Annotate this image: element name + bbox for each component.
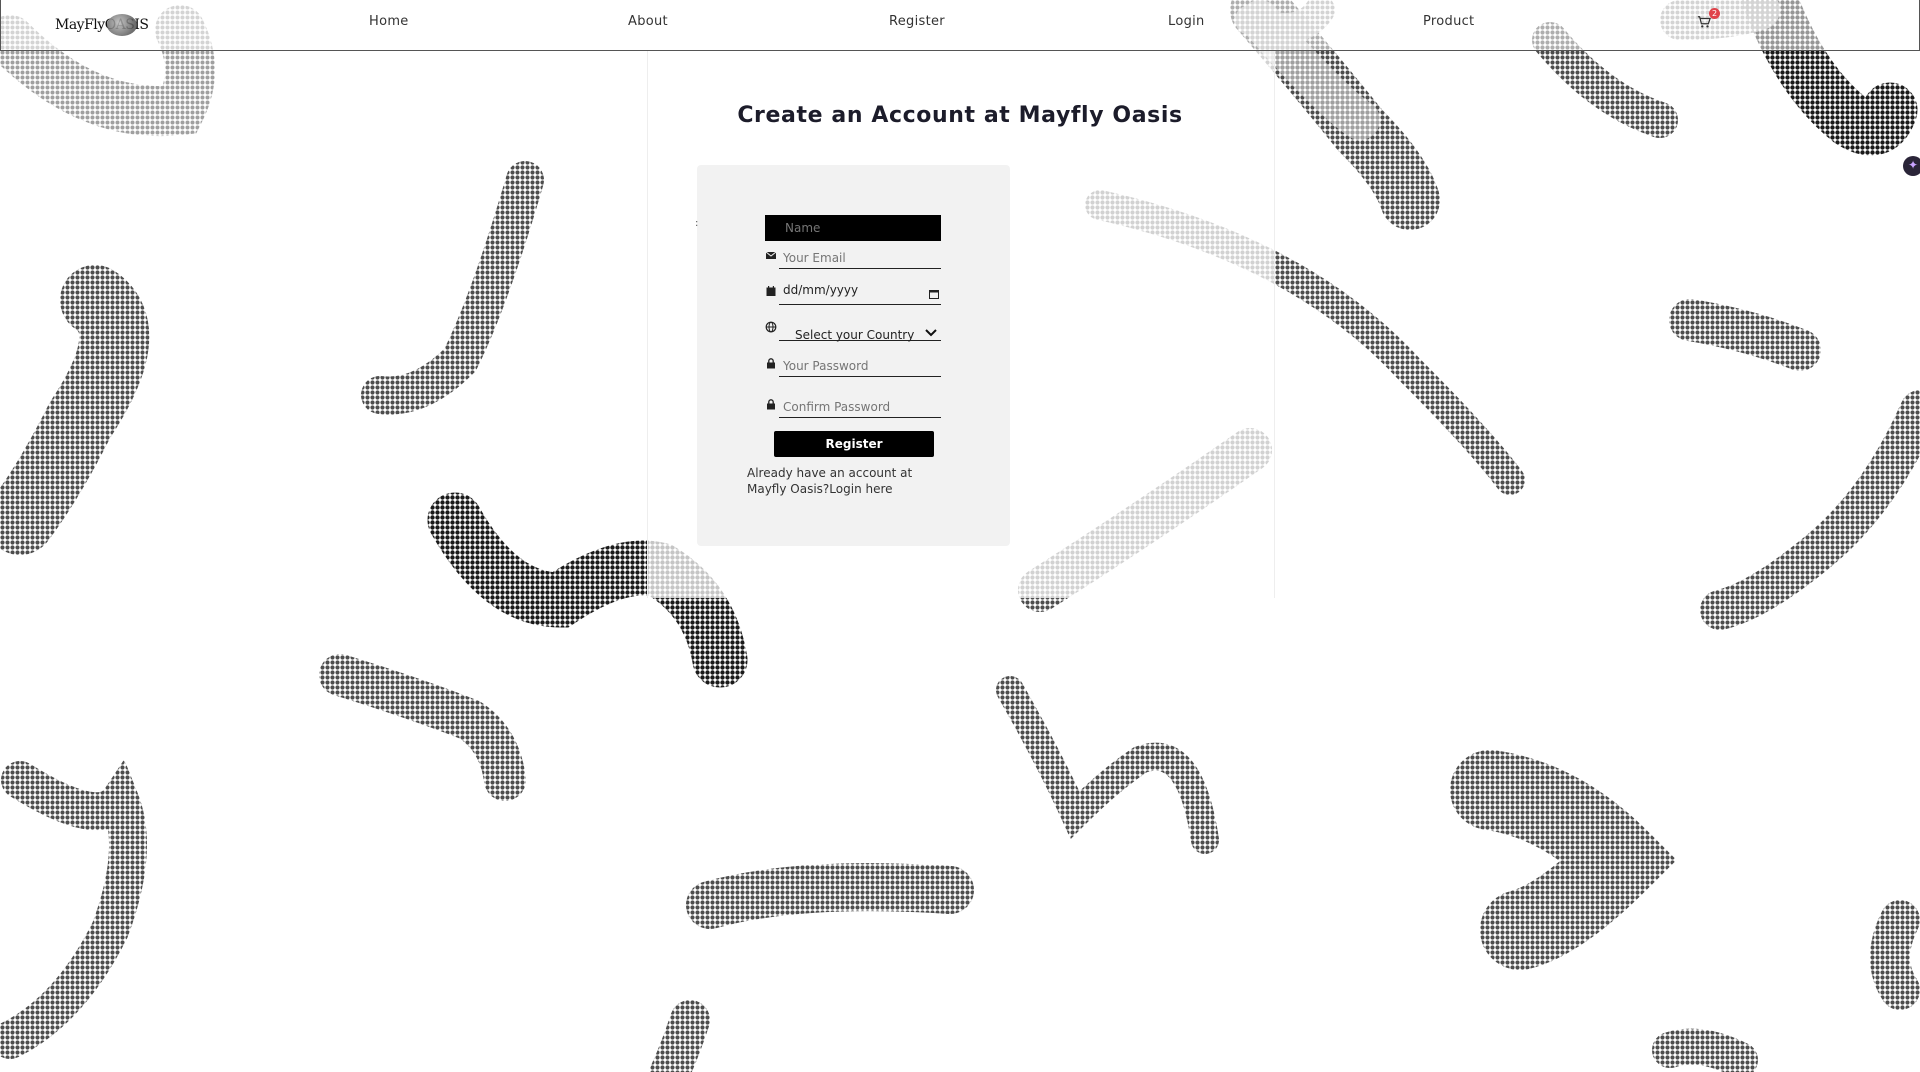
login-prompt: Already have an account at Mayfly Oasis?…: [747, 465, 947, 497]
chevron-down-icon: [925, 329, 937, 337]
date-value: dd/mm/yyyy: [783, 283, 859, 297]
site-logo[interactable]: MayFlyOASIS: [55, 12, 149, 40]
top-navbar: MayFlyOASIS Home About Register Login Pr…: [0, 0, 1920, 51]
email-input[interactable]: [779, 247, 941, 269]
country-selected-value: Select your Country: [795, 328, 915, 342]
cart-button[interactable]: 2: [1697, 8, 1720, 34]
name-input[interactable]: [765, 215, 941, 241]
confirm-password-input[interactable]: [779, 396, 941, 418]
confirm-password-row: [765, 390, 941, 418]
date-picker-icon[interactable]: [929, 289, 939, 299]
cart-icon: [1697, 16, 1711, 28]
nav-about-link[interactable]: About: [628, 14, 668, 29]
date-of-birth-input[interactable]: dd/mm/yyyy: [779, 283, 941, 305]
nav-register-link[interactable]: Register: [889, 14, 945, 29]
email-row: [765, 241, 941, 269]
nav-product-link[interactable]: Product: [1423, 14, 1474, 29]
lock-icon: [767, 399, 775, 410]
register-button[interactable]: Register: [774, 431, 934, 457]
calendar-icon: [766, 286, 776, 296]
country-row: Select your Country: [765, 313, 941, 342]
register-form: : dd/mm/yyyy Select your Country: [695, 165, 1010, 546]
dob-row: dd/mm/yyyy: [765, 277, 941, 305]
logo-mark-icon: [107, 14, 137, 36]
password-input[interactable]: [779, 355, 941, 377]
assistant-widget-button[interactable]: ✦: [1903, 156, 1920, 176]
globe-icon: [765, 321, 777, 333]
cart-count-badge: 2: [1709, 8, 1720, 19]
nav-home-link[interactable]: Home: [369, 14, 409, 29]
password-row: [765, 349, 941, 377]
nav-login-link[interactable]: Login: [1168, 14, 1205, 29]
form-edge-mark: :: [695, 218, 699, 229]
country-select[interactable]: Select your Country: [779, 319, 941, 342]
login-here-link[interactable]: Login here: [829, 482, 892, 496]
sparkle-icon: ✦: [1908, 158, 1919, 172]
lock-icon: [767, 358, 775, 369]
page-title: Create an Account at Mayfly Oasis: [737, 102, 1183, 128]
envelope-icon: [765, 251, 777, 259]
